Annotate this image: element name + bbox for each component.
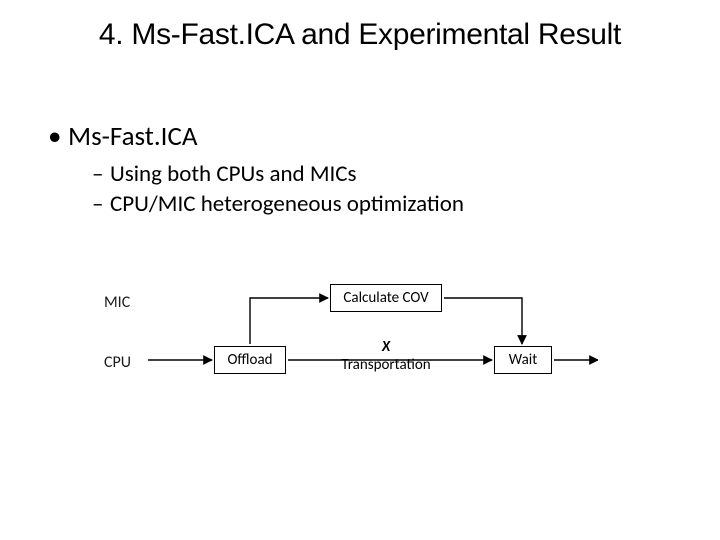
bullet-dot-icon: • — [48, 120, 68, 154]
bullet-level1-text: Ms-Fast.ICA — [68, 120, 197, 153]
bullet-level2-text: Using both CPUs and MICs — [110, 160, 357, 188]
slide-body: •Ms-Fast.ICA –Using both CPUs and MICs –… — [48, 120, 680, 220]
bullet-dash-icon: – — [92, 190, 110, 220]
diagram-arrows — [98, 278, 598, 428]
bullet-level2-text: CPU/MIC heterogeneous optimization — [110, 190, 464, 218]
slide-title: 4. Ms-Fast.ICA and Experimental Result — [0, 18, 720, 52]
slide: 4. Ms-Fast.ICA and Experimental Result •… — [0, 0, 720, 540]
bullet-dash-icon: – — [92, 160, 110, 190]
flow-diagram: MIC CPU Calculate COV Offload Wait X Tra… — [98, 278, 598, 428]
bullet-level2: –Using both CPUs and MICs — [92, 160, 680, 190]
bullet-level2: –CPU/MIC heterogeneous optimization — [92, 190, 680, 220]
bullet-level1: •Ms-Fast.ICA — [48, 120, 680, 154]
